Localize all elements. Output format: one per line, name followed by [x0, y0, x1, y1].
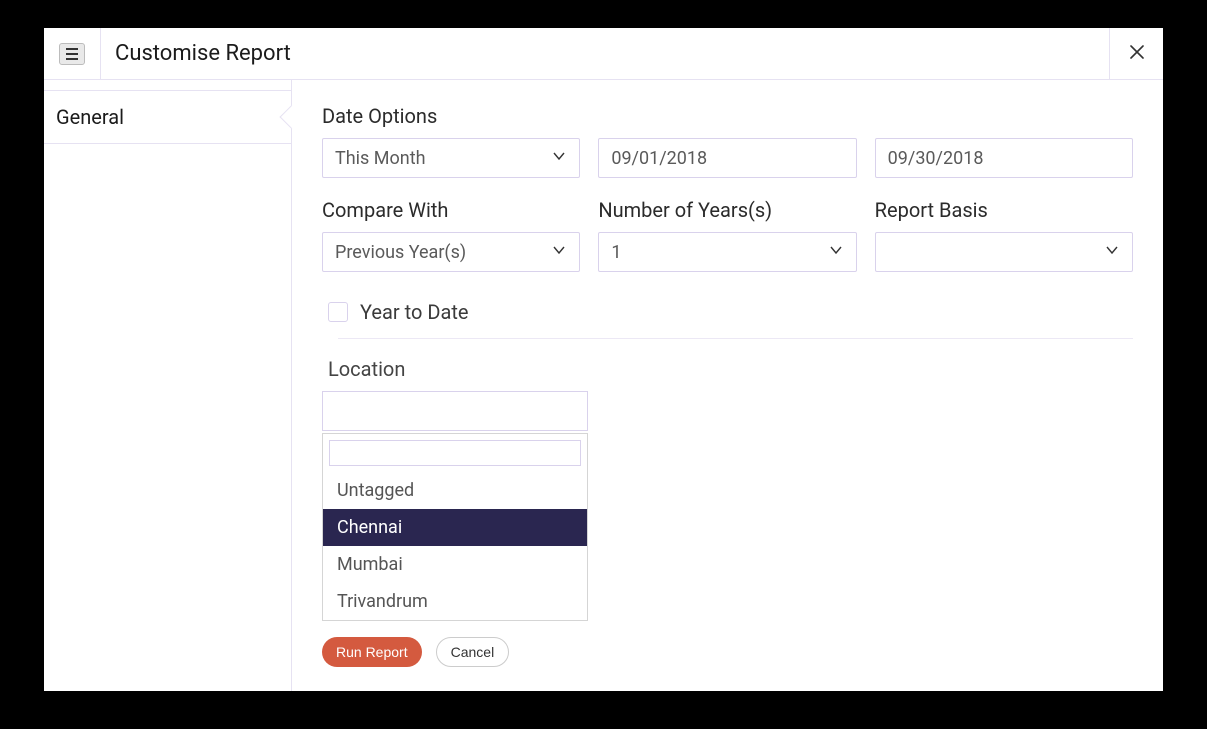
date-range-preset-value: This Month [335, 148, 426, 169]
compare-with-label: Compare With [322, 198, 580, 222]
menu-icon[interactable] [59, 43, 85, 65]
chevron-down-icon [551, 242, 567, 263]
location-option-chennai[interactable]: Chennai [323, 509, 587, 546]
close-icon [1129, 44, 1145, 64]
close-button[interactable] [1109, 28, 1163, 79]
tab-general[interactable]: General [44, 90, 291, 144]
year-to-date-label: Year to Date [360, 300, 468, 324]
location-option-mumbai[interactable]: Mumbai [323, 546, 587, 583]
date-options-label: Date Options [322, 104, 1133, 128]
number-of-years-label: Number of Years(s) [598, 198, 856, 222]
dialog-title: Customise Report [100, 28, 1109, 79]
dialog-header: Customise Report [44, 28, 1163, 80]
date-from-input[interactable]: 09/01/2018 [598, 138, 856, 178]
location-search-input[interactable] [329, 440, 581, 466]
location-label: Location [328, 357, 1133, 381]
number-of-years-select[interactable]: 1 [598, 232, 856, 272]
hamburger-wrap [44, 43, 100, 65]
number-of-years-value: 1 [611, 242, 621, 263]
divider [338, 338, 1133, 339]
cancel-button[interactable]: Cancel [436, 637, 510, 667]
compare-with-value: Previous Year(s) [335, 242, 466, 263]
date-range-preset-select[interactable]: This Month [322, 138, 580, 178]
report-basis-label: Report Basis [875, 198, 1133, 222]
date-from-value: 09/01/2018 [611, 148, 707, 169]
year-to-date-row: Year to Date [322, 300, 1133, 324]
sidebar: General [44, 80, 292, 691]
chevron-down-icon [1104, 242, 1120, 263]
year-to-date-checkbox[interactable] [328, 302, 348, 322]
chevron-down-icon [828, 242, 844, 263]
customise-report-dialog: Customise Report General Date Options Th… [44, 28, 1163, 691]
location-select[interactable] [322, 391, 588, 431]
run-report-button[interactable]: Run Report [322, 637, 422, 667]
location-option-trivandrum[interactable]: Trivandrum [323, 583, 587, 620]
compare-row: Compare With Previous Year(s) Number of … [322, 198, 1133, 272]
compare-with-select[interactable]: Previous Year(s) [322, 232, 580, 272]
date-to-input[interactable]: 09/30/2018 [875, 138, 1133, 178]
report-basis-select[interactable] [875, 232, 1133, 272]
dialog-footer: Run Report Cancel [322, 637, 1133, 667]
chevron-down-icon [551, 148, 567, 169]
date-to-value: 09/30/2018 [888, 148, 984, 169]
dropdown-search-wrap [323, 434, 587, 472]
date-options-row: This Month 09/01/2018 09/30/2018 [322, 138, 1133, 178]
location-dropdown: Untagged Chennai Mumbai Trivandrum [322, 433, 588, 621]
dialog-body: General Date Options This Month 09/01/20… [44, 80, 1163, 691]
location-option-untagged[interactable]: Untagged [323, 472, 587, 509]
content-panel: Date Options This Month 09/01/2018 [292, 80, 1163, 691]
